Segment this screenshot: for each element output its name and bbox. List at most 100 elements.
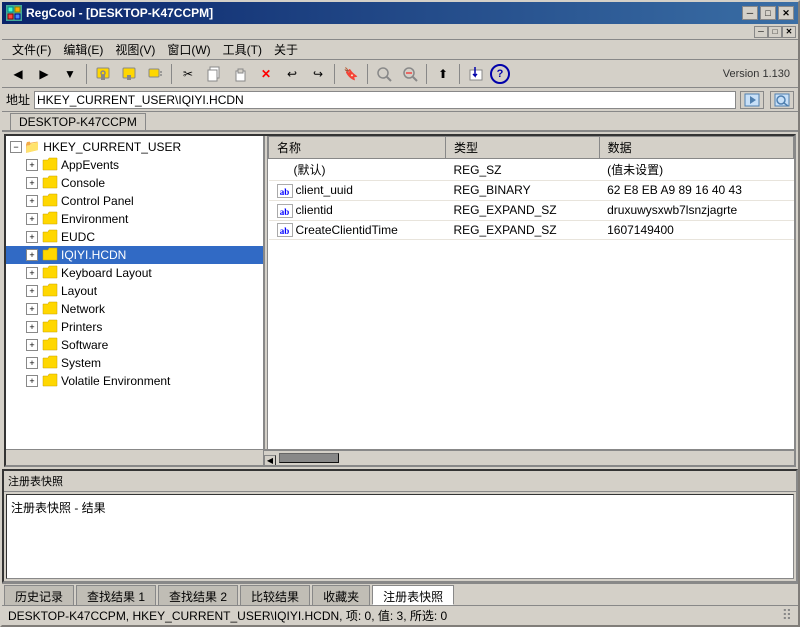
- menu-view[interactable]: 视图(V): [109, 40, 161, 59]
- inner-close-button[interactable]: ✕: [782, 26, 796, 38]
- tree-item-software[interactable]: +Software: [6, 336, 263, 354]
- detail-row-2[interactable]: abclientidREG_EXPAND_SZdruxuwysxwb7lsnzj…: [269, 200, 794, 220]
- toolbar-key3[interactable]: [143, 63, 167, 85]
- tree-root-label: HKEY_CURRENT_USER: [43, 140, 181, 154]
- tree-item-controlpanel[interactable]: + Control Panel: [6, 192, 263, 210]
- tree-label-controlpanel: Control Panel: [61, 194, 134, 208]
- tree-toggle-console[interactable]: +: [26, 177, 38, 189]
- close-button[interactable]: ✕: [778, 6, 794, 20]
- tree-toggle-environment[interactable]: +: [26, 213, 38, 225]
- title-bar-buttons: ─ □ ✕: [742, 6, 794, 20]
- tree-toggle-printers[interactable]: +: [26, 321, 38, 333]
- col-type[interactable]: 类型: [445, 137, 599, 159]
- maximize-button[interactable]: □: [760, 6, 776, 20]
- menu-file[interactable]: 文件(F): [6, 40, 57, 59]
- tree-toggle-system[interactable]: +: [26, 357, 38, 369]
- toolbar-export[interactable]: [464, 63, 488, 85]
- toolbar-forward[interactable]: ▶: [32, 63, 56, 85]
- toolbar-redo[interactable]: ↪: [306, 63, 330, 85]
- tab-compare[interactable]: 比较结果: [240, 585, 310, 605]
- tree-toggle-eudc[interactable]: +: [26, 231, 38, 243]
- tree-item-eudc[interactable]: +EUDC: [6, 228, 263, 246]
- toolbar-dropdown[interactable]: ▼: [58, 63, 82, 85]
- toolbar-bookmark[interactable]: 🔖: [339, 63, 363, 85]
- toolbar-key2[interactable]: [117, 63, 141, 85]
- detail-row-3[interactable]: abCreateClientidTimeREG_EXPAND_SZ1607149…: [269, 220, 794, 240]
- col-data[interactable]: 数据: [599, 137, 793, 159]
- folder-icon-environment: [42, 211, 58, 228]
- menu-about[interactable]: 关于: [268, 40, 304, 59]
- tree-toggle-controlpanel[interactable]: +: [26, 195, 38, 207]
- app-icon: [6, 5, 22, 21]
- menu-edit[interactable]: 编辑(E): [57, 40, 109, 59]
- detail-row-0[interactable]: (默认)REG_SZ(值未设置): [269, 159, 794, 181]
- tab-search2[interactable]: 查找结果 2: [158, 585, 238, 605]
- folder-icon-keyboard: [42, 265, 58, 282]
- inner-minimize-button[interactable]: ─: [754, 26, 768, 38]
- address-go-button[interactable]: [740, 91, 764, 109]
- toolbar-cut[interactable]: ✂: [176, 63, 200, 85]
- toolbar-up[interactable]: ⬆: [431, 63, 455, 85]
- tree-item-volatile[interactable]: +Volatile Environment: [6, 372, 263, 390]
- toolbar-search2[interactable]: [398, 63, 422, 85]
- tab-search1[interactable]: 查找结果 1: [76, 585, 156, 605]
- detail-header-row: 名称 类型 数据: [269, 137, 794, 159]
- toolbar-undo[interactable]: ↩: [280, 63, 304, 85]
- address-input[interactable]: [34, 91, 736, 109]
- tree-toggle-keyboard[interactable]: +: [26, 267, 38, 279]
- col-name[interactable]: 名称: [269, 137, 446, 159]
- tree-toggle-layout[interactable]: +: [26, 285, 38, 297]
- tree-item-iqiyi[interactable]: +IQIYI.HCDN: [6, 246, 263, 264]
- folder-icon-system: [42, 355, 58, 372]
- folder-icon-volatile: [42, 373, 58, 390]
- tab-snapshot[interactable]: 注册表快照: [372, 585, 454, 605]
- toolbar: ◀ ▶ ▼ ✂ ✕ ↩ ↪ 🔖 ⬆: [2, 60, 798, 88]
- tree-toggle-iqiyi[interactable]: +: [26, 249, 38, 261]
- detail-row-1[interactable]: abclient_uuidREG_BINARY62 E8 EB A9 89 16…: [269, 181, 794, 201]
- toolbar-help[interactable]: ?: [490, 64, 510, 84]
- cell-data-1: 62 E8 EB A9 89 16 40 43: [599, 181, 793, 201]
- folder-icon-eudc: [42, 229, 58, 246]
- tree-pane: − 📁 HKEY_CURRENT_USER +AppEvents+Console…: [6, 136, 264, 449]
- tree-toggle-network[interactable]: +: [26, 303, 38, 315]
- hscroll-area: ◀ ▶: [6, 449, 794, 465]
- tree-item-network[interactable]: +Network: [6, 300, 263, 318]
- tab-favorites[interactable]: 收藏夹: [312, 585, 370, 605]
- hscroll-left-btn[interactable]: ◀: [264, 455, 276, 467]
- row-icon-2: ab: [277, 204, 293, 218]
- toolbar-sep-3: [334, 64, 335, 84]
- hscroll-right[interactable]: ◀ ▶: [264, 450, 794, 465]
- tree-item-system[interactable]: +System: [6, 354, 263, 372]
- tree-toggle-software[interactable]: +: [26, 339, 38, 351]
- menu-tools[interactable]: 工具(T): [217, 40, 268, 59]
- folder-icon-appevents: [42, 157, 58, 174]
- menu-window[interactable]: 窗口(W): [161, 40, 216, 59]
- tree-item-appevents[interactable]: +AppEvents: [6, 156, 263, 174]
- minimize-button[interactable]: ─: [742, 6, 758, 20]
- toolbar-delete[interactable]: ✕: [254, 63, 278, 85]
- version-label: Version 1.130: [723, 68, 794, 80]
- tree-item-printers[interactable]: +Printers: [6, 318, 263, 336]
- address-search-button[interactable]: [770, 91, 794, 109]
- tree-item-console[interactable]: +Console: [6, 174, 263, 192]
- toolbar-paste[interactable]: [228, 63, 252, 85]
- tree-item-layout[interactable]: +Layout: [6, 282, 263, 300]
- toolbar-back[interactable]: ◀: [6, 63, 30, 85]
- inner-maximize-button[interactable]: □: [768, 26, 782, 38]
- tree-label-keyboard: Keyboard Layout: [61, 266, 152, 280]
- tree-root-toggle[interactable]: −: [10, 141, 22, 153]
- address-bar: 地址: [2, 88, 798, 112]
- tree-item-keyboard[interactable]: + Keyboard Layout: [6, 264, 263, 282]
- tree-root[interactable]: − 📁 HKEY_CURRENT_USER: [6, 138, 263, 156]
- cell-name-3: abCreateClientidTime: [269, 220, 446, 240]
- hscroll-thumb[interactable]: [279, 453, 339, 463]
- tree-toggle-appevents[interactable]: +: [26, 159, 38, 171]
- toolbar-key1[interactable]: [91, 63, 115, 85]
- tree-toggle-volatile[interactable]: +: [26, 375, 38, 387]
- toolbar-copy[interactable]: [202, 63, 226, 85]
- path-tab-item[interactable]: DESKTOP-K47CCPM: [10, 113, 146, 130]
- tree-item-environment[interactable]: +Environment: [6, 210, 263, 228]
- toolbar-search1[interactable]: [372, 63, 396, 85]
- tab-history[interactable]: 历史记录: [4, 585, 74, 605]
- toolbar-sep-2: [171, 64, 172, 84]
